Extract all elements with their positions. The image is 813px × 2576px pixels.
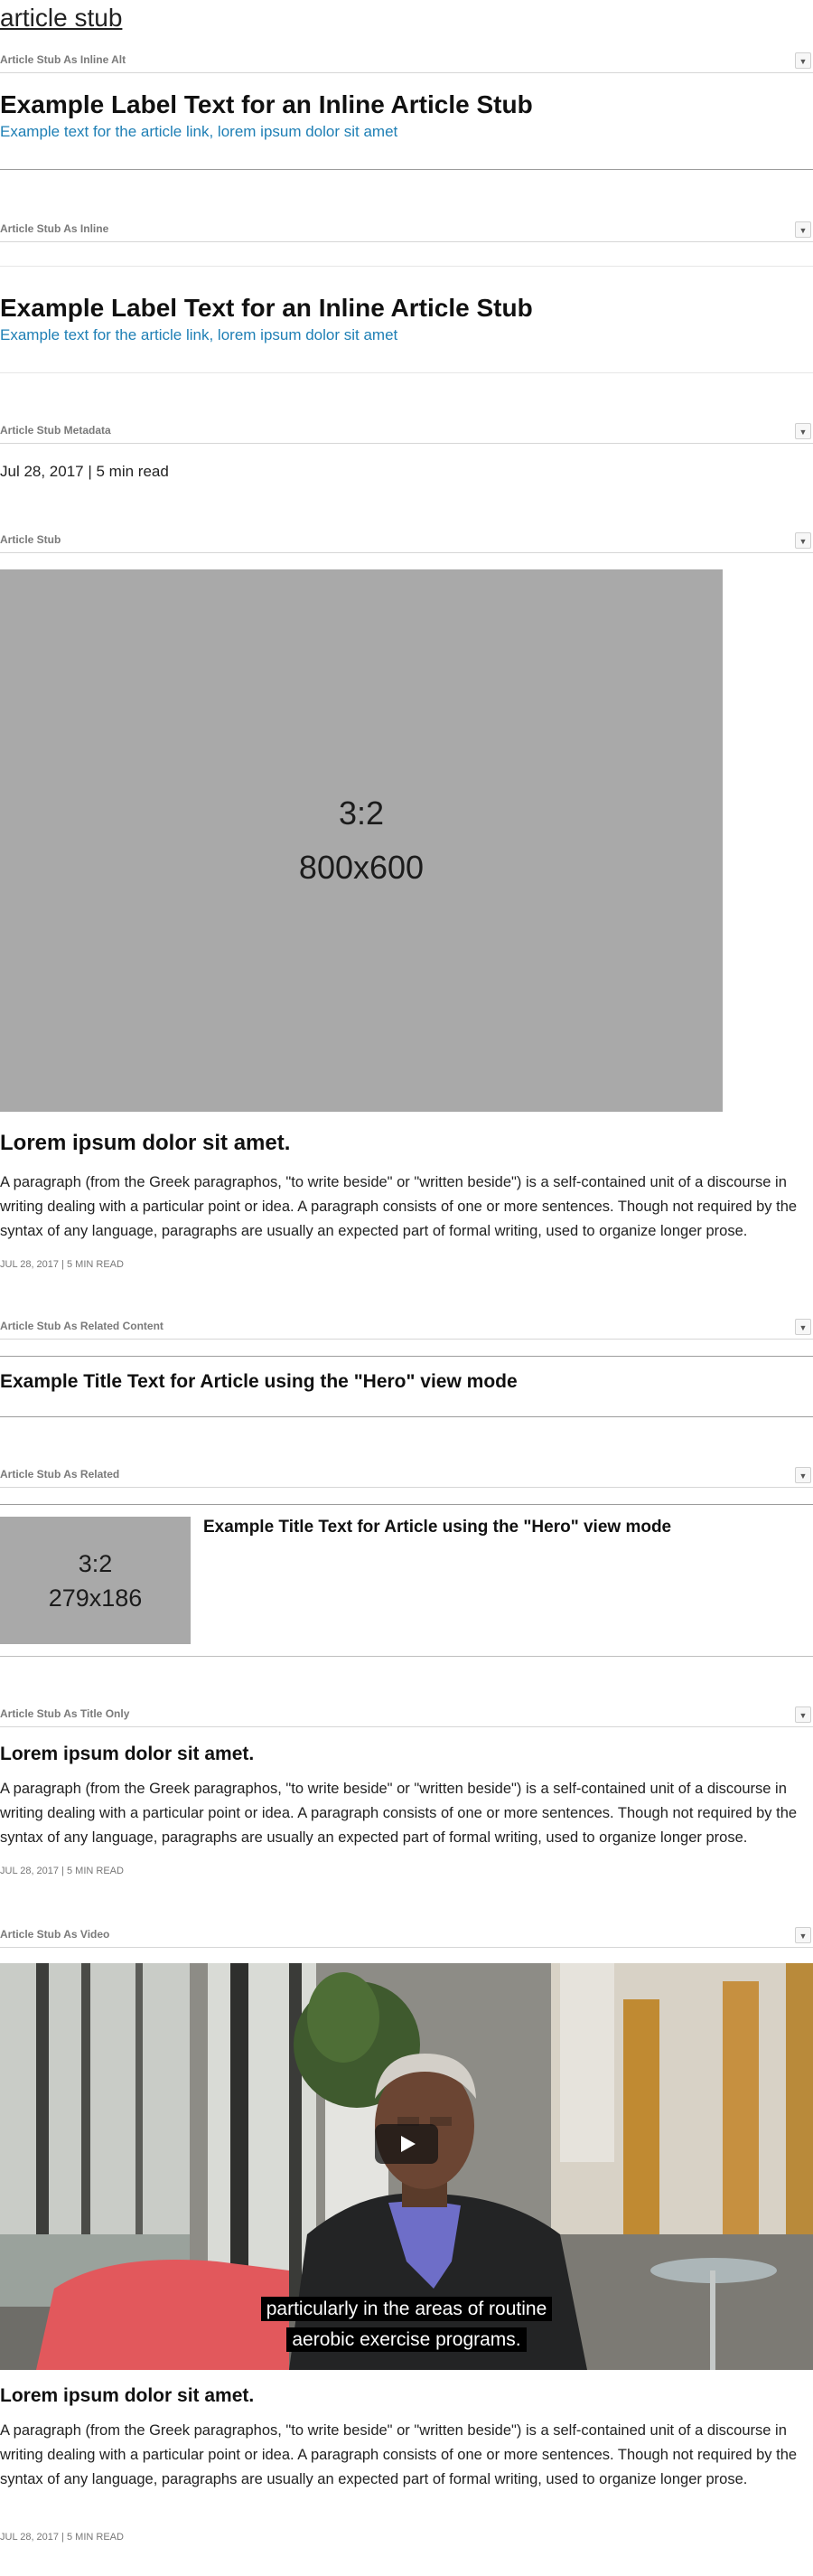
- inline-article-label: Example Label Text for an Inline Article…: [0, 294, 533, 322]
- section-label: Article Stub As Related Content: [0, 1320, 164, 1332]
- play-icon[interactable]: [375, 2124, 438, 2164]
- inline-article-label: Example Label Text for an Inline Article…: [0, 90, 533, 118]
- collapse-toggle-icon[interactable]: ▼: [795, 52, 811, 69]
- related-article-title[interactable]: Example Title Text for Article using the…: [0, 1369, 518, 1395]
- collapse-toggle-icon[interactable]: ▼: [795, 532, 811, 549]
- image-size: 279x186: [48, 1584, 143, 1612]
- collapse-toggle-icon[interactable]: ▼: [795, 1706, 811, 1723]
- section-label: Article Stub As Video: [0, 1928, 110, 1941]
- video-caption-line-2: aerobic exercise programs.: [0, 2327, 813, 2354]
- video-player[interactable]: particularly in the areas of routine aer…: [0, 1963, 813, 2370]
- section-label: Article Stub As Title Only: [0, 1707, 130, 1720]
- collapse-toggle-icon[interactable]: ▼: [795, 423, 811, 439]
- section-header-title-only: Article Stub As Title Only ▼: [0, 1705, 813, 1727]
- article-link[interactable]: Example text for the article link, lorem…: [0, 122, 397, 142]
- section-header-article-stub: Article Stub ▼: [0, 531, 813, 553]
- article-meta: JUL 28, 2017 | 5 MIN READ: [0, 2532, 124, 2543]
- image-placeholder: 3:2 800x600: [0, 569, 723, 1112]
- section-header-inline-alt: Article Stub As Inline Alt ▼: [0, 51, 813, 73]
- collapse-toggle-icon[interactable]: ▼: [795, 1319, 811, 1335]
- section-label: Article Stub Metadata: [0, 424, 111, 437]
- divider: [0, 169, 813, 170]
- section-label: Article Stub As Inline Alt: [0, 53, 126, 66]
- collapse-toggle-icon[interactable]: ▼: [795, 221, 811, 238]
- article-summary: A paragraph (from the Greek paragraphos,…: [0, 2422, 798, 2487]
- caption-text: aerobic exercise programs.: [286, 2327, 527, 2352]
- section-header-inline: Article Stub As Inline ▼: [0, 220, 813, 242]
- section-label: Article Stub As Related: [0, 1468, 120, 1481]
- article-summary: A paragraph (from the Greek paragraphos,…: [0, 1781, 798, 1846]
- article-link[interactable]: Example text for the article link, lorem…: [0, 325, 397, 345]
- collapse-toggle-icon[interactable]: ▼: [795, 1927, 811, 1943]
- section-header-video: Article Stub As Video ▼: [0, 1925, 813, 1948]
- section-header-related-content: Article Stub As Related Content ▼: [0, 1317, 813, 1340]
- article-meta: JUL 28, 2017 | 5 MIN READ: [0, 1259, 124, 1270]
- divider: [0, 266, 813, 267]
- article-heading: Lorem ipsum dolor sit amet.: [0, 1131, 291, 1155]
- divider: [0, 1656, 813, 1657]
- video-caption-line-1: particularly in the areas of routine: [0, 2296, 813, 2323]
- image-ratio: 3:2: [338, 794, 385, 832]
- section-header-metadata: Article Stub Metadata ▼: [0, 421, 813, 444]
- article-heading: Lorem ipsum dolor sit amet.: [0, 2385, 255, 2406]
- related-article-title[interactable]: Example Title Text for Article using the…: [203, 1516, 671, 1539]
- section-label: Article Stub As Inline: [0, 222, 109, 235]
- caption-text: particularly in the areas of routine: [260, 2297, 553, 2321]
- page-title: article stub: [0, 4, 123, 32]
- article-summary: A paragraph (from the Greek paragraphos,…: [0, 1174, 798, 1239]
- divider: [0, 1356, 813, 1357]
- section-label: Article Stub: [0, 533, 61, 546]
- divider: [0, 372, 813, 373]
- collapse-toggle-icon[interactable]: ▼: [795, 1467, 811, 1483]
- divider: [0, 1416, 813, 1417]
- article-heading: Lorem ipsum dolor sit amet.: [0, 1744, 255, 1764]
- article-meta: JUL 28, 2017 | 5 MIN READ: [0, 1866, 124, 1876]
- article-metadata: Jul 28, 2017 | 5 min read: [0, 463, 169, 480]
- divider: [0, 1504, 813, 1505]
- section-header-related: Article Stub As Related ▼: [0, 1465, 813, 1488]
- image-size: 800x600: [298, 849, 425, 886]
- image-ratio: 3:2: [78, 1549, 113, 1577]
- related-image-placeholder: 3:2 279x186: [0, 1517, 191, 1644]
